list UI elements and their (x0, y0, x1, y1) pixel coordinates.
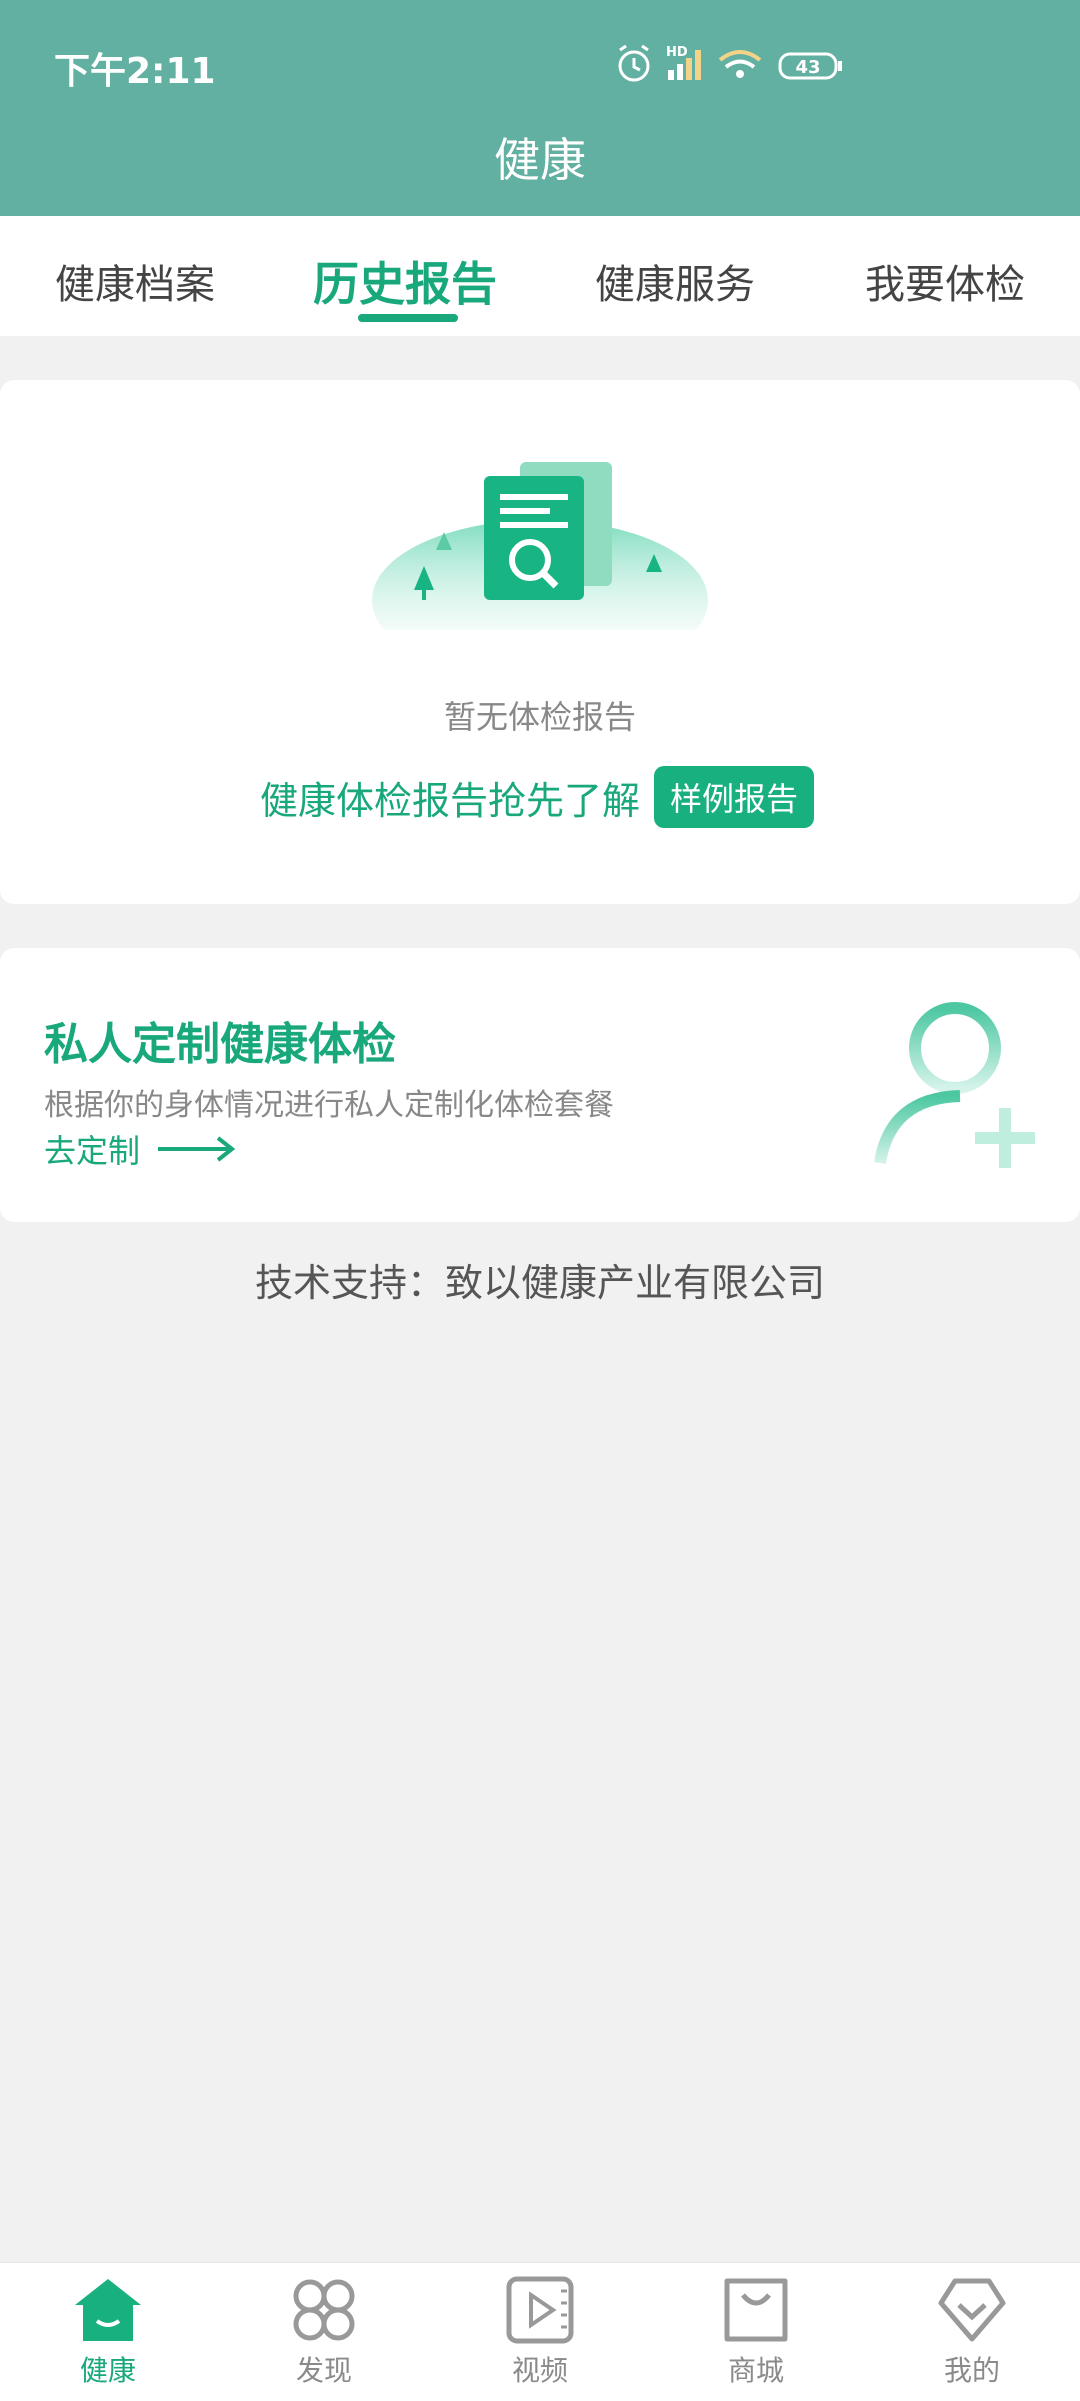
tab-health-records[interactable]: 健康档案 (0, 252, 270, 310)
tech-support-text: 技术支持：致以健康产业有限公司 (254, 1261, 825, 1305)
battery-icon: 43 (778, 52, 842, 80)
nav-discover[interactable]: 发现 (216, 2275, 432, 2389)
status-icons: HD 43 (618, 44, 842, 82)
battery-level: 43 (795, 57, 820, 78)
promo-line: 健康体检报告抢先了解 样例报告 (260, 766, 815, 828)
nav-label-profile: 我的 (943, 2354, 1000, 2387)
wifi-icon (718, 50, 762, 78)
tab-bar: 健康档案 历史报告 健康服务 我要体检 (0, 216, 1080, 336)
empty-report-illustration (372, 462, 708, 630)
nav-label-discover: 发现 (295, 2354, 352, 2387)
active-tab-indicator (358, 314, 458, 322)
nav-label-shop: 商城 (727, 2354, 784, 2387)
home-icon (75, 2279, 141, 2341)
nav-health[interactable]: 健康 (0, 2275, 216, 2389)
customize-link[interactable]: 去定制 (44, 1126, 236, 1172)
app-header: 下午2:11 HD 43 健康 (0, 0, 1080, 216)
page-title: 健康 (494, 133, 586, 187)
arrow-right-icon (158, 1136, 236, 1162)
sample-report-button[interactable]: 样例报告 (654, 766, 815, 828)
nav-shop[interactable]: 商城 (648, 2275, 864, 2389)
alarm-icon (618, 44, 650, 82)
empty-message: 暂无体检报告 (443, 698, 636, 736)
bottom-navigation: 健康 发现 视频 商城 我的 (0, 2262, 1080, 2401)
nav-profile[interactable]: 我的 (864, 2275, 1080, 2389)
nav-label-health: 健康 (79, 2354, 136, 2387)
signal-icon: HD (666, 45, 701, 80)
video-icon (506, 2276, 574, 2344)
shop-bag-icon (724, 2278, 788, 2342)
empty-report-card: 暂无体检报告 健康体检报告抢先了解 样例报告 (0, 380, 1080, 904)
network-label: HD (666, 45, 688, 60)
custom-exam-card[interactable]: 私人定制健康体检 根据你的身体情况进行私人定制化体检套餐 去定制 (0, 948, 1080, 1222)
custom-exam-subtitle: 根据你的身体情况进行私人定制化体检套餐 (44, 1088, 614, 1123)
status-time: 下午2:11 (54, 51, 216, 92)
nav-label-video: 视频 (511, 2354, 568, 2387)
discover-icon (293, 2279, 355, 2341)
profile-icon (938, 2278, 1006, 2342)
customize-link-label: 去定制 (44, 1132, 141, 1170)
promo-text: 健康体检报告抢先了解 (260, 778, 641, 823)
tab-history-reports[interactable]: 历史报告 (270, 248, 540, 314)
nav-video[interactable]: 视频 (432, 2275, 648, 2389)
person-add-icon (874, 1002, 1035, 1168)
custom-exam-title: 私人定制健康体检 (44, 1019, 396, 1070)
tab-book-exam[interactable]: 我要体检 (810, 252, 1080, 310)
tab-health-services[interactable]: 健康服务 (540, 252, 810, 310)
